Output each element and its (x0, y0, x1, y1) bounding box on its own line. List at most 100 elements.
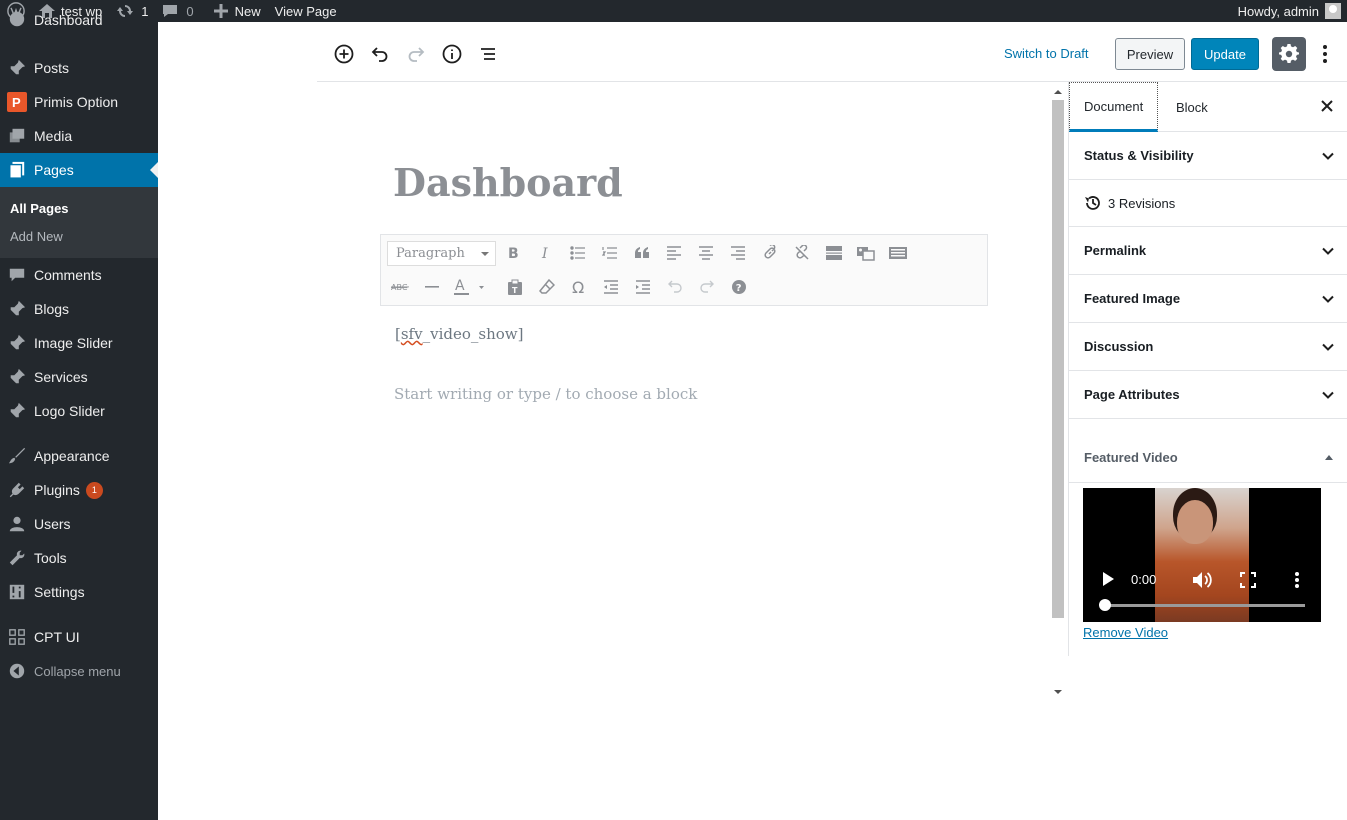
editor-scrollbar[interactable] (1050, 84, 1067, 700)
align-center-icon[interactable] (695, 242, 717, 264)
video-more-options-icon[interactable] (1295, 572, 1299, 588)
tinymce-redo-icon[interactable] (696, 276, 718, 298)
admin-sidebar: Dashboard Posts P Primis Option Media Pa… (0, 11, 158, 820)
remove-video-link[interactable]: Remove Video (1083, 625, 1168, 640)
pages-submenu: All Pages Add New (0, 187, 158, 258)
menu-item-comments[interactable]: Comments (0, 258, 158, 292)
fullscreen-icon[interactable] (1240, 572, 1256, 588)
new-content-link[interactable]: New (207, 0, 268, 22)
preview-label: Preview (1126, 46, 1174, 62)
classic-block-content[interactable]: [sfv_video_show] (395, 325, 523, 343)
plugins-update-badge: 1 (85, 481, 103, 499)
post-title-input[interactable]: Dashboard (393, 160, 623, 205)
collapse-menu-button[interactable]: Collapse menu (0, 654, 158, 688)
default-block-appender[interactable]: Start writing or type / to choose a bloc… (394, 385, 697, 403)
update-button[interactable]: Update (1191, 38, 1259, 70)
indent-icon[interactable] (632, 276, 654, 298)
tab-label: Block (1176, 99, 1208, 115)
submenu-add-new[interactable]: Add New (10, 229, 63, 244)
horizontal-line-icon[interactable] (421, 276, 443, 298)
comments-link[interactable]: 0 (155, 0, 200, 22)
blockquote-icon[interactable] (631, 242, 653, 264)
scroll-thumb[interactable] (1052, 100, 1064, 618)
block-navigation-button[interactable] (476, 42, 500, 66)
menu-item-services[interactable]: Services (0, 360, 158, 394)
bullet-list-icon[interactable] (567, 242, 589, 264)
menu-item-posts[interactable]: Posts (0, 51, 158, 85)
paste-as-text-icon[interactable]: T (504, 276, 526, 298)
outdent-icon[interactable] (600, 276, 622, 298)
undo-button[interactable] (368, 42, 392, 66)
new-label: New (234, 3, 261, 19)
submenu-all-pages[interactable]: All Pages (10, 201, 69, 216)
panel-featured-image[interactable]: Featured Image (1069, 275, 1347, 323)
my-account-link[interactable]: Howdy, admin (1231, 0, 1347, 22)
scroll-down-arrow-icon[interactable] (1054, 690, 1062, 698)
menu-item-dashboard[interactable]: Dashboard (0, 8, 158, 28)
svg-text:P: P (12, 95, 21, 110)
tab-document[interactable]: Document (1069, 82, 1159, 132)
strikethrough-icon[interactable]: ABC (389, 276, 411, 298)
help-icon[interactable]: ? (728, 276, 750, 298)
volume-icon[interactable] (1191, 570, 1213, 590)
svg-text:Ω: Ω (572, 279, 584, 295)
close-icon[interactable] (1319, 98, 1335, 114)
bold-icon[interactable]: B (503, 242, 525, 264)
menu-item-logo-slider[interactable]: Logo Slider (0, 394, 158, 428)
view-page-link[interactable]: View Page (268, 0, 344, 22)
settings-toggle-button[interactable] (1272, 37, 1306, 71)
panel-featured-video-header[interactable]: Featured Video (1069, 419, 1347, 483)
align-right-icon[interactable] (727, 242, 749, 264)
tinymce-undo-icon[interactable] (664, 276, 686, 298)
menu-item-blogs[interactable]: Blogs (0, 292, 158, 326)
list-view-icon (481, 48, 495, 60)
unlink-icon[interactable] (791, 242, 813, 264)
text-color-icon[interactable]: A (453, 276, 485, 298)
read-more-icon[interactable] (823, 242, 845, 264)
more-options-button[interactable] (1315, 41, 1335, 67)
classic-block-toolbar: Paragraph B I ABC A T Ω ? (380, 234, 988, 306)
numbered-list-icon[interactable] (599, 242, 621, 264)
clear-formatting-icon[interactable] (536, 276, 558, 298)
chevron-down-icon (1322, 343, 1334, 351)
dot (1323, 45, 1327, 49)
special-character-icon[interactable]: Ω (568, 276, 590, 298)
menu-item-pages[interactable]: Pages (0, 153, 158, 187)
link-icon[interactable] (759, 242, 781, 264)
redo-button[interactable] (404, 42, 428, 66)
menu-item-appearance[interactable]: Appearance (0, 439, 158, 473)
sidebar-tabs: Document Block (1069, 82, 1347, 132)
menu-item-primis-option[interactable]: P Primis Option (0, 85, 158, 119)
content-info-button[interactable] (440, 42, 464, 66)
play-icon[interactable] (1103, 572, 1114, 586)
format-select[interactable]: Paragraph (387, 241, 496, 266)
menu-item-tools[interactable]: Tools (0, 541, 158, 575)
panel-discussion[interactable]: Discussion (1069, 323, 1347, 371)
panel-permalink[interactable]: Permalink (1069, 227, 1347, 275)
menu-item-label: Posts (34, 60, 70, 76)
menu-item-cpt-ui[interactable]: CPT UI (0, 620, 158, 654)
panel-status-visibility[interactable]: Status & Visibility (1069, 132, 1347, 180)
tab-block[interactable]: Block (1176, 82, 1208, 132)
menu-item-label: Tools (34, 550, 67, 566)
chevron-down-icon (1322, 247, 1334, 255)
keyboard-toggle-icon[interactable] (887, 242, 909, 264)
scroll-up-arrow-icon[interactable] (1054, 86, 1062, 94)
insert-media-icon[interactable] (855, 242, 877, 264)
menu-item-media[interactable]: Media (0, 119, 158, 153)
revisions-link[interactable]: 3 Revisions (1069, 180, 1347, 227)
preview-button[interactable]: Preview (1115, 38, 1185, 70)
align-left-icon[interactable] (663, 242, 685, 264)
italic-icon[interactable]: I (535, 242, 557, 264)
video-progress-knob[interactable] (1099, 599, 1111, 611)
video-progress-track[interactable] (1105, 604, 1305, 607)
menu-item-label: Comments (34, 267, 102, 283)
featured-video-player[interactable]: 0:00 (1083, 488, 1321, 622)
add-block-button[interactable] (332, 42, 356, 66)
switch-to-draft-button[interactable]: Switch to Draft (1004, 46, 1089, 61)
menu-item-plugins[interactable]: Plugins 1 (0, 473, 158, 507)
panel-page-attributes[interactable]: Page Attributes (1069, 371, 1347, 419)
menu-item-settings[interactable]: Settings (0, 575, 158, 609)
menu-item-users[interactable]: Users (0, 507, 158, 541)
menu-item-image-slider[interactable]: Image Slider (0, 326, 158, 360)
